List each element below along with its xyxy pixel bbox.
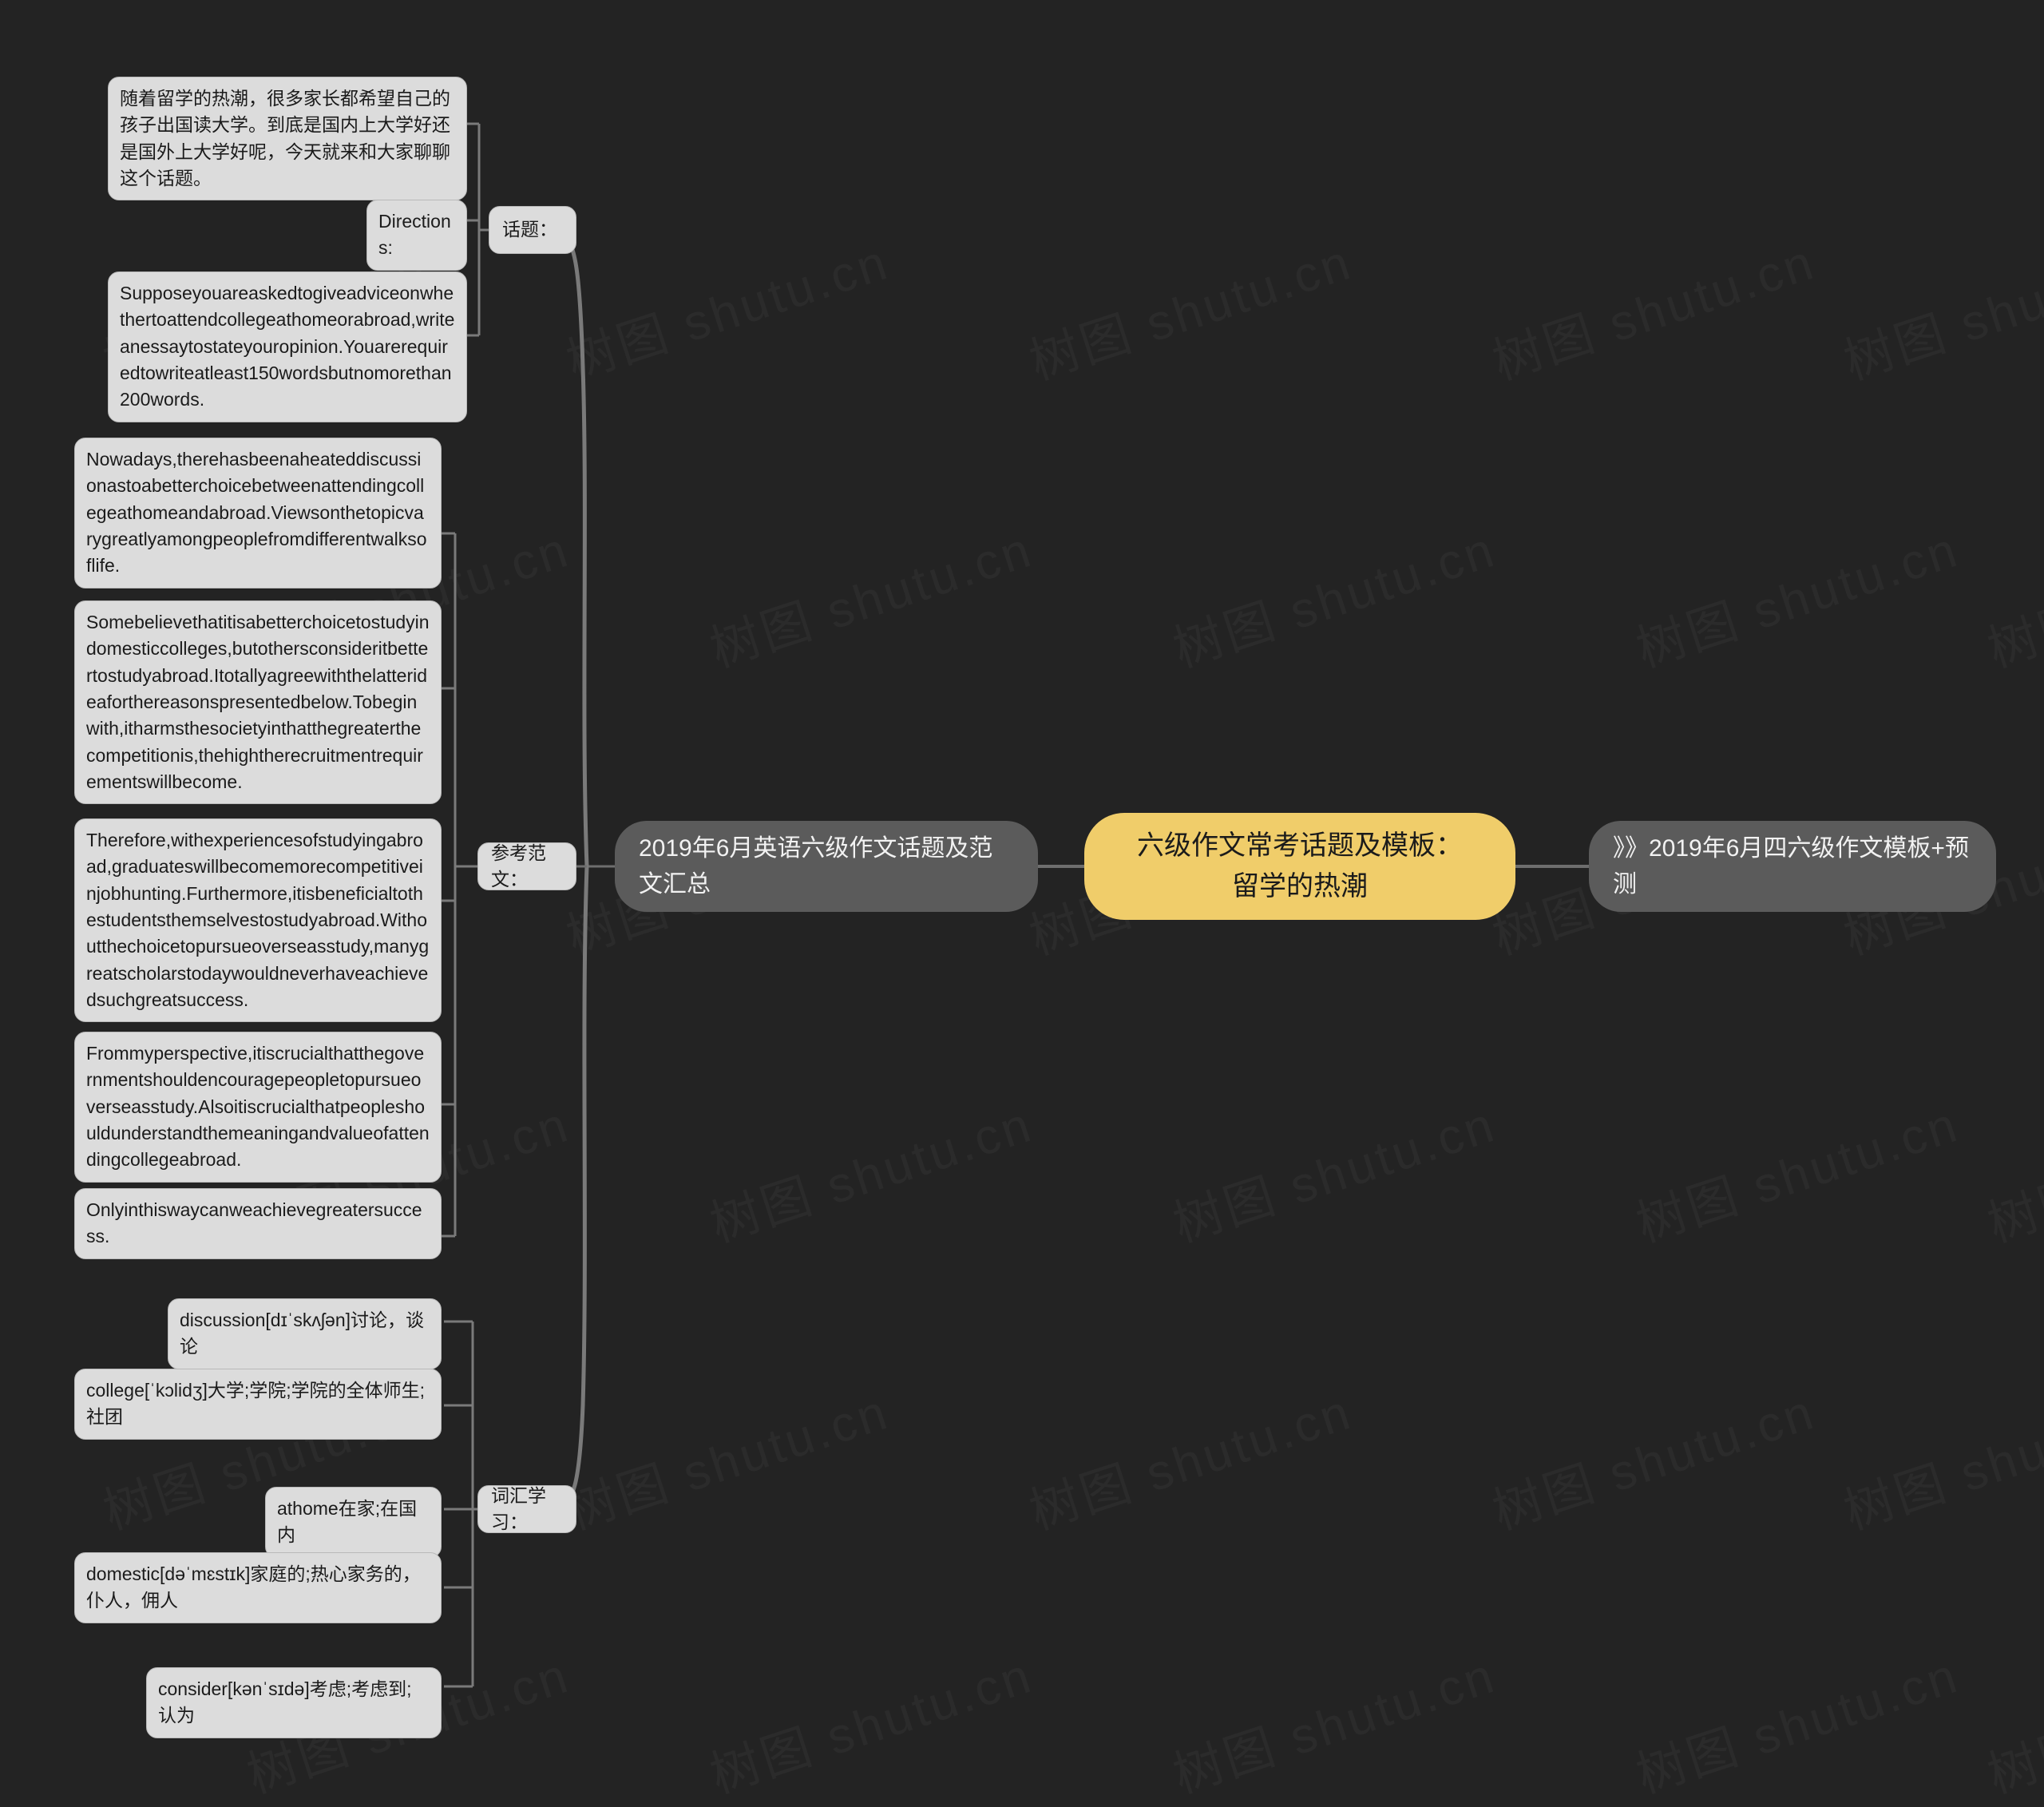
branch-label-topic[interactable]: 话题： — [489, 206, 576, 254]
watermark-text: 树图 shutu.cn — [1019, 1371, 1360, 1543]
leaf-essay-para-4[interactable]: Frommyperspective,itiscrucialthatthegove… — [74, 1032, 442, 1183]
leaf-vocab-domestic[interactable]: domestic[dəˈmɛstɪk]家庭的;热心家务的，仆人，佣人 — [74, 1552, 442, 1623]
leaf-vocab-college-text: college[ˈkɔlidʒ]大学;学院;学院的全体师生;社团 — [86, 1380, 426, 1428]
leaf-vocab-college[interactable]: college[ˈkɔlidʒ]大学;学院;学院的全体师生;社团 — [74, 1369, 442, 1440]
watermark-text: 树图 shutu.cn — [699, 1084, 1040, 1255]
leaf-topic-prompt-text: Supposeyouareaskedtogiveadviceonwhethert… — [120, 283, 455, 410]
branch-label-vocabulary-text: 词汇学习： — [491, 1484, 546, 1532]
watermark-text: 树图 shutu.cn — [1977, 1635, 2044, 1806]
leaf-essay-para-3-text: Therefore,withexperiencesofstudyingabroa… — [86, 830, 430, 1011]
leaf-topic-directions[interactable]: Directions: — [366, 200, 467, 271]
leaf-essay-para-1-text: Nowadays,therehasbeenaheateddiscussionas… — [86, 449, 427, 577]
watermark-text: 树图 shutu.cn — [1019, 221, 1360, 393]
watermark-text: 树图 shutu.cn — [1482, 221, 1823, 393]
watermark-text: 树图 shutu.cn — [1977, 509, 2044, 680]
leaf-essay-para-3[interactable]: Therefore,withexperiencesofstudyingabroa… — [74, 818, 442, 1023]
leaf-vocab-at-home-text: athome在家;在国内 — [277, 1498, 418, 1546]
watermark-text: 树图 shutu.cn — [1163, 509, 1503, 680]
root-node[interactable]: 六级作文常考话题及模板： 留学的热潮 — [1084, 813, 1515, 920]
leaf-vocab-discussion[interactable]: discussion[dɪˈskʌʃən]讨论，谈论 — [168, 1298, 442, 1369]
leaf-essay-para-5[interactable]: Onlyinthiswaycanweachievegreatersuccess. — [74, 1188, 442, 1259]
leaf-vocab-at-home[interactable]: athome在家;在国内 — [265, 1487, 442, 1558]
branch-label-sample-essay-text: 参考范文： — [491, 842, 546, 890]
branch-label-topic-text: 话题： — [502, 219, 557, 240]
watermark-text: 树图 shutu.cn — [1163, 1084, 1503, 1255]
leaf-vocab-discussion-text: discussion[dɪˈskʌʃən]讨论，谈论 — [180, 1310, 424, 1357]
leaf-topic-intro-text: 随着留学的热潮，很多家长都希望自己的孩子出国读大学。到底是国内上大学好还是国外上… — [120, 88, 450, 189]
watermark-text: 树图 shutu.cn — [699, 509, 1040, 680]
branch-label-vocabulary[interactable]: 词汇学习： — [477, 1485, 576, 1533]
leaf-topic-prompt[interactable]: Supposeyouareaskedtogiveadviceonwhethert… — [108, 271, 467, 422]
leaf-essay-para-1[interactable]: Nowadays,therehasbeenaheateddiscussionas… — [74, 438, 442, 588]
watermark-text: 树图 shutu.cn — [1833, 1371, 2044, 1543]
leaf-topic-intro[interactable]: 随着留学的热潮，很多家长都希望自己的孩子出国读大学。到底是国内上大学好还是国外上… — [108, 77, 467, 201]
watermark-text: 树图 shutu.cn — [556, 221, 897, 393]
watermark-text: 树图 shutu.cn — [1977, 1084, 2044, 1255]
watermark-text: 树图 shutu.cn — [1482, 1371, 1823, 1543]
leaf-vocab-domestic-text: domestic[dəˈmɛstɪk]家庭的;热心家务的，仆人，佣人 — [86, 1563, 421, 1611]
leaf-vocab-consider[interactable]: consider[kənˈsɪdə]考虑;考虑到;认为 — [146, 1667, 442, 1738]
root-node-label: 六级作文常考话题及模板： 留学的热潮 — [1137, 830, 1463, 902]
leaf-essay-para-2[interactable]: Somebelievethatitisabetterchoicetostudyi… — [74, 600, 442, 805]
watermark-text: 树图 shutu.cn — [1833, 221, 2044, 393]
topic-node-right-label: 》》2019年6月四六级作文模板+预测 — [1613, 835, 1969, 898]
leaf-topic-directions-text: Directions: — [378, 211, 451, 259]
leaf-essay-para-5-text: Onlyinthiswaycanweachievegreatersuccess. — [86, 1199, 422, 1247]
leaf-essay-para-2-text: Somebelievethatitisabetterchoicetostudyi… — [86, 612, 430, 793]
watermark-text: 树图 shutu.cn — [1626, 509, 1967, 680]
topic-node-right[interactable]: 》》2019年6月四六级作文模板+预测 — [1589, 821, 1996, 912]
topic-node-left[interactable]: 2019年6月英语六级作文话题及范文汇总 — [615, 821, 1038, 912]
topic-node-left-label: 2019年6月英语六级作文话题及范文汇总 — [639, 835, 993, 898]
leaf-vocab-consider-text: consider[kənˈsɪdə]考虑;考虑到;认为 — [158, 1678, 412, 1726]
leaf-essay-para-4-text: Frommyperspective,itiscrucialthatthegove… — [86, 1043, 430, 1171]
watermark-text: 树图 shutu.cn — [699, 1635, 1040, 1806]
watermark-text: 树图 shutu.cn — [1626, 1635, 1967, 1806]
watermark-text: 树图 shutu.cn — [556, 1371, 897, 1543]
branch-label-sample-essay[interactable]: 参考范文： — [477, 842, 576, 890]
watermark-text: 树图 shutu.cn — [1163, 1635, 1503, 1806]
watermark-text: 树图 shutu.cn — [1626, 1084, 1967, 1255]
